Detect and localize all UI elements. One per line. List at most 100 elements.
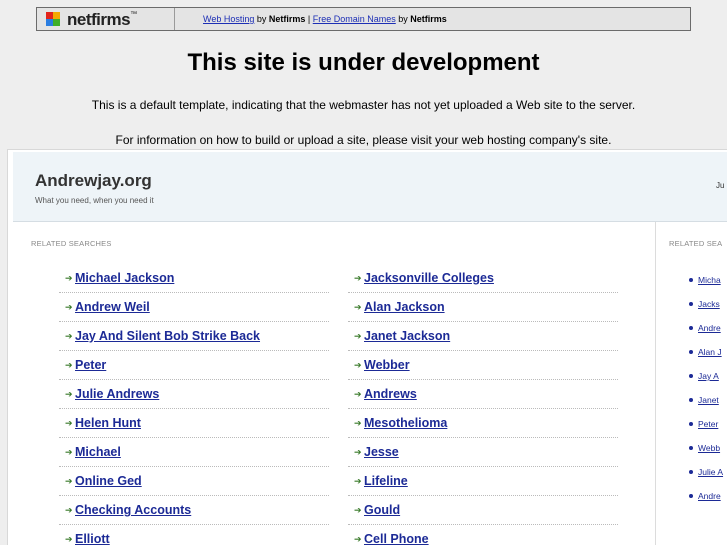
link-row: ➔ Cell Phone <box>348 525 618 545</box>
link-row: ➔ Peter <box>59 351 329 380</box>
side-list-item: Peter <box>689 412 723 436</box>
by-text: by <box>395 14 411 24</box>
related-search-link[interactable]: Gould <box>364 503 400 517</box>
side-list-item: Jacks <box>689 292 723 316</box>
side-related-link[interactable]: Julie A <box>698 467 723 477</box>
related-search-link[interactable]: Jacksonville Colleges <box>364 271 494 285</box>
side-related-link[interactable]: Janet <box>698 395 719 405</box>
link-row: ➔ Jacksonville Colleges <box>348 264 618 293</box>
left-link-column: ➔ Michael Jackson ➔ Andrew Weil ➔ Jay And Sil… <box>59 264 329 545</box>
site-header: Andrewjay.org What you need, when you ne… <box>13 152 727 222</box>
arrow-icon: ➔ <box>65 504 73 515</box>
bullet-icon <box>689 350 693 354</box>
related-search-link[interactable]: Andrew Weil <box>75 300 150 314</box>
side-related-link[interactable]: Micha <box>698 275 721 285</box>
netfirms-brand: Netfirms <box>410 14 447 24</box>
side-related-link[interactable]: Jacks <box>698 299 720 309</box>
header-right-text: Ju <box>716 181 725 190</box>
related-search-link[interactable]: Checking Accounts <box>75 503 191 517</box>
related-search-link[interactable]: Jay And Silent Bob Strike Back <box>75 329 260 343</box>
related-search-link[interactable]: Jesse <box>364 445 399 459</box>
related-search-link[interactable]: Lifeline <box>364 474 408 488</box>
link-row: ➔ Gould <box>348 496 618 525</box>
link-row: ➔ Julie Andrews <box>59 380 329 409</box>
side-related-link[interactable]: Webb <box>698 443 720 453</box>
bullet-icon <box>689 422 693 426</box>
related-search-link[interactable]: Alan Jackson <box>364 300 445 314</box>
link-row: ➔ Webber <box>348 351 618 380</box>
link-row: ➔ Janet Jackson <box>348 322 618 351</box>
side-list-item: Julie A <box>689 460 723 484</box>
related-search-link[interactable]: Mesothelioma <box>364 416 447 430</box>
netfirms-logo-text: netfirms™ <box>67 9 137 29</box>
link-row: ➔ Alan Jackson <box>348 293 618 322</box>
arrow-icon: ➔ <box>65 388 73 399</box>
link-row: ➔ Lifeline <box>348 467 618 496</box>
link-row: ➔ Michael <box>59 438 329 467</box>
netfirms-brand: Netfirms <box>268 14 306 24</box>
bullet-icon <box>689 398 693 402</box>
separator: | <box>305 14 313 24</box>
bullet-icon <box>689 326 693 330</box>
side-related-link[interactable]: Andre <box>698 491 721 501</box>
side-list-item: Jay A <box>689 364 723 388</box>
related-search-link[interactable]: Peter <box>75 358 106 372</box>
side-related-link[interactable]: Peter <box>698 419 718 429</box>
arrow-icon: ➔ <box>65 446 73 457</box>
related-search-link[interactable]: Elliott <box>75 532 110 545</box>
side-related-link[interactable]: Alan J <box>698 347 722 357</box>
link-row: ➔ Mesothelioma <box>348 409 618 438</box>
related-search-link[interactable]: Michael Jackson <box>75 271 174 285</box>
free-domain-names-link[interactable]: Free Domain Names <box>313 14 396 24</box>
arrow-icon: ➔ <box>354 359 362 370</box>
arrow-icon: ➔ <box>354 330 362 341</box>
bullet-icon <box>689 494 693 498</box>
right-link-column: ➔ Jacksonville Colleges ➔ Alan Jackson ➔ Jane… <box>348 264 618 545</box>
arrow-icon: ➔ <box>65 272 73 283</box>
link-row: ➔ Andrew Weil <box>59 293 329 322</box>
arrow-icon: ➔ <box>354 301 362 312</box>
parked-site-frame: Andrewjay.org What you need, when you ne… <box>7 149 727 545</box>
related-searches-panel: RELATED SEARCHES ➔ Michael Jackson ➔ Andrew… <box>13 222 656 545</box>
side-related-link[interactable]: Jay A <box>698 371 719 381</box>
web-hosting-link[interactable]: Web Hosting <box>203 14 254 24</box>
related-search-link[interactable]: Julie Andrews <box>75 387 159 401</box>
related-search-link[interactable]: Andrews <box>364 387 417 401</box>
netfirms-logo[interactable]: netfirms™ <box>37 8 175 30</box>
link-row: ➔ Andrews <box>348 380 618 409</box>
netfirms-links: Web Hosting by Netfirms | Free Domain Na… <box>175 14 447 24</box>
related-search-link[interactable]: Michael <box>75 445 121 459</box>
related-search-link[interactable]: Helen Hunt <box>75 416 141 430</box>
arrow-icon: ➔ <box>65 359 73 370</box>
default-template-notice: This is a default template, indicating t… <box>91 98 636 112</box>
side-link-list: Micha Jacks Andre Alan J Jay A Janet Peter Webb… <box>689 268 723 508</box>
side-related-searches-label: RELATED SEA <box>669 239 723 248</box>
side-list-item: Micha <box>689 268 723 292</box>
arrow-icon: ➔ <box>354 417 362 428</box>
side-related-link[interactable]: Andre <box>698 323 721 333</box>
side-list-item: Webb <box>689 436 723 460</box>
by-text: by <box>254 14 269 24</box>
link-row: ➔ Helen Hunt <box>59 409 329 438</box>
arrow-icon: ➔ <box>65 330 73 341</box>
netfirms-logo-icon <box>46 12 66 26</box>
related-search-link[interactable]: Cell Phone <box>364 532 429 545</box>
arrow-icon: ➔ <box>65 475 73 486</box>
link-row: ➔ Online Ged <box>59 467 329 496</box>
side-list-item: Andre <box>689 316 723 340</box>
bullet-icon <box>689 470 693 474</box>
related-search-link[interactable]: Webber <box>364 358 410 372</box>
side-list-item: Andre <box>689 484 723 508</box>
link-row: ➔ Michael Jackson <box>59 264 329 293</box>
site-tagline: What you need, when you need it <box>35 196 154 205</box>
site-title[interactable]: Andrewjay.org <box>35 171 152 191</box>
related-search-link[interactable]: Janet Jackson <box>364 329 450 343</box>
bullet-icon <box>689 446 693 450</box>
arrow-icon: ➔ <box>354 504 362 515</box>
side-list-item: Janet <box>689 388 723 412</box>
arrow-icon: ➔ <box>65 417 73 428</box>
link-row: ➔ Elliott <box>59 525 329 545</box>
bullet-icon <box>689 374 693 378</box>
related-search-link[interactable]: Online Ged <box>75 474 142 488</box>
related-searches-label: RELATED SEARCHES <box>31 239 112 248</box>
